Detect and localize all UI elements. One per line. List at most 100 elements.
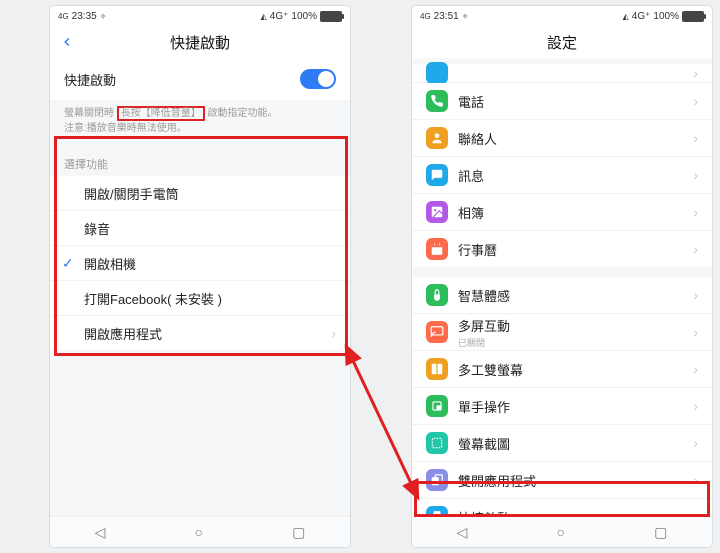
clone-icon: [426, 469, 448, 491]
quick-icon: [426, 506, 448, 516]
screenshot-icon: [426, 432, 448, 454]
page-title: 快捷啟動: [170, 32, 230, 53]
function-row[interactable]: 錄音: [50, 211, 350, 246]
settings-row[interactable]: 相簿›: [412, 194, 712, 231]
settings-row[interactable]: 多屏互動已關閉›: [412, 314, 712, 351]
row-label: 單手操作: [458, 397, 693, 416]
net-indicator: 4G⁺: [270, 11, 289, 22]
function-row[interactable]: 打開Facebook( 未安裝 ): [50, 281, 350, 316]
settings-row[interactable]: 快捷啟動›: [412, 499, 712, 516]
check-icon: ✓: [62, 255, 74, 272]
statusbar: 4G 23:35 ✧ ◭ 4G⁺ 100%: [50, 6, 350, 26]
row-label: 行事曆: [458, 240, 693, 259]
chevron-right-icon: ›: [332, 326, 336, 341]
settings-row[interactable]: 單手操作›: [412, 388, 712, 425]
row-label: 電話: [458, 92, 693, 111]
message-icon: [426, 164, 448, 186]
sys-home[interactable]: ○: [195, 524, 203, 540]
row-label: 多屏互動: [458, 316, 693, 335]
function-row[interactable]: ✓ 開啟相機: [50, 246, 350, 281]
net-indicator: 4G⁺: [632, 11, 651, 22]
right-phone: 4G 23:51 ✧ ◭ 4G⁺ 100% 設定 › 電話›聯絡人›訊: [412, 6, 712, 547]
row-label: 雙開應用程式: [458, 471, 693, 490]
content: 快捷啟動 螢幕關閉時 長按【降低音量】 啟動指定功能。 注意:播放音樂時無法使用…: [50, 58, 350, 516]
system-navbar: ◁ ○ ▢: [50, 516, 350, 547]
contacts-icon: [426, 127, 448, 149]
navbar: 快捷啟動: [50, 26, 350, 58]
toggle-description: 螢幕關閉時 長按【降低音量】 啟動指定功能。 注意:播放音樂時無法使用。: [50, 100, 350, 146]
net-small-indicator: 4G: [58, 12, 69, 21]
settings-row[interactable]: 螢幕截圖›: [412, 425, 712, 462]
row-label: 聯絡人: [458, 129, 693, 148]
settings-row[interactable]: 行事曆›: [412, 231, 712, 267]
toggle-label: 快捷啟動: [64, 70, 300, 89]
chevron-right-icon: ›: [693, 398, 698, 414]
chevron-right-icon: ›: [693, 93, 698, 109]
row-label: 快捷啟動: [458, 508, 693, 517]
function-label: 開啟/關閉手電筒: [84, 184, 179, 203]
net-small-indicator: 4G: [420, 12, 431, 21]
clock: 23:35: [72, 11, 97, 22]
chevron-right-icon: ›: [693, 241, 698, 257]
gesture-icon: [426, 284, 448, 306]
row-sublabel: 已關閉: [458, 336, 693, 349]
calendar-icon: [426, 238, 448, 260]
battery-icon: [320, 11, 342, 22]
toggle-switch[interactable]: [300, 69, 336, 89]
settings-row[interactable]: 聯絡人›: [412, 120, 712, 157]
chevron-right-icon: ›: [693, 130, 698, 146]
row-label: 訊息: [458, 166, 693, 185]
sys-home[interactable]: ○: [557, 524, 565, 540]
chevron-right-icon: ›: [693, 287, 698, 303]
chevron-right-icon: ›: [693, 324, 698, 340]
chevron-right-icon: ›: [693, 361, 698, 377]
page-title: 設定: [547, 32, 577, 53]
function-label: 開啟相機: [84, 254, 136, 273]
settings-row[interactable]: 訊息›: [412, 157, 712, 194]
statusbar: 4G 23:51 ✧ ◭ 4G⁺ 100%: [412, 6, 712, 26]
navbar: 設定: [412, 26, 712, 58]
battery-pct: 100%: [653, 11, 679, 22]
left-phone: 4G 23:35 ✧ ◭ 4G⁺ 100% 快捷啟動 快捷啟動: [50, 6, 350, 547]
row-label: 螢幕截圖: [458, 434, 693, 453]
settings-row[interactable]: 雙開應用程式›: [412, 462, 712, 499]
settings-row[interactable]: 電話›: [412, 83, 712, 120]
onehand-icon: [426, 395, 448, 417]
function-row[interactable]: 開啟/關閉手電筒: [50, 176, 350, 211]
clock: 23:51: [434, 11, 459, 22]
chevron-right-icon: ›: [693, 435, 698, 451]
settings-row[interactable]: 智慧體感›: [412, 277, 712, 314]
function-list: 開啟/關閉手電筒錄音 ✓ 開啟相機打開Facebook( 未安裝 ) 開啟應用程式 ›: [50, 176, 350, 350]
function-label: 錄音: [84, 219, 110, 238]
function-label: 打開Facebook( 未安裝 ): [84, 289, 222, 308]
group-label: 選擇功能: [50, 146, 350, 176]
quick-launch-toggle-row[interactable]: 快捷啟動: [50, 58, 350, 100]
sys-recent[interactable]: ▢: [654, 524, 667, 541]
function-row[interactable]: 開啟應用程式 ›: [50, 316, 350, 350]
settings-row[interactable]: 多工雙螢幕›: [412, 351, 712, 388]
row-label: 相簿: [458, 203, 693, 222]
chevron-right-icon: ›: [693, 167, 698, 183]
settings-row-partial[interactable]: ›: [412, 64, 712, 83]
stage: 4G 23:35 ✧ ◭ 4G⁺ 100% 快捷啟動 快捷啟動: [0, 0, 720, 553]
row-label: 智慧體感: [458, 286, 693, 305]
gallery-icon: [426, 201, 448, 223]
cast-icon: [426, 321, 448, 343]
phone-icon: [426, 90, 448, 112]
sys-recent[interactable]: ▢: [292, 524, 305, 541]
back-button[interactable]: [60, 26, 74, 58]
chevron-right-icon: ›: [693, 65, 698, 81]
sys-back[interactable]: ◁: [457, 524, 468, 541]
chevron-right-icon: ›: [693, 509, 698, 516]
chevron-right-icon: ›: [693, 204, 698, 220]
sys-back[interactable]: ◁: [95, 524, 106, 541]
battery-icon: [682, 11, 704, 22]
system-navbar: ◁ ○ ▢: [412, 516, 712, 547]
highlight-phrase: 長按【降低音量】: [117, 106, 205, 121]
content: › 電話›聯絡人›訊息›相簿›行事曆› 智慧體感›多屏互動已關閉›多工雙螢幕›單…: [412, 58, 712, 516]
function-label: 開啟應用程式: [84, 324, 162, 343]
settings-list-1: 電話›聯絡人›訊息›相簿›行事曆›: [412, 83, 712, 267]
row-label: 多工雙螢幕: [458, 360, 693, 379]
split-icon: [426, 358, 448, 380]
chevron-right-icon: ›: [693, 472, 698, 488]
